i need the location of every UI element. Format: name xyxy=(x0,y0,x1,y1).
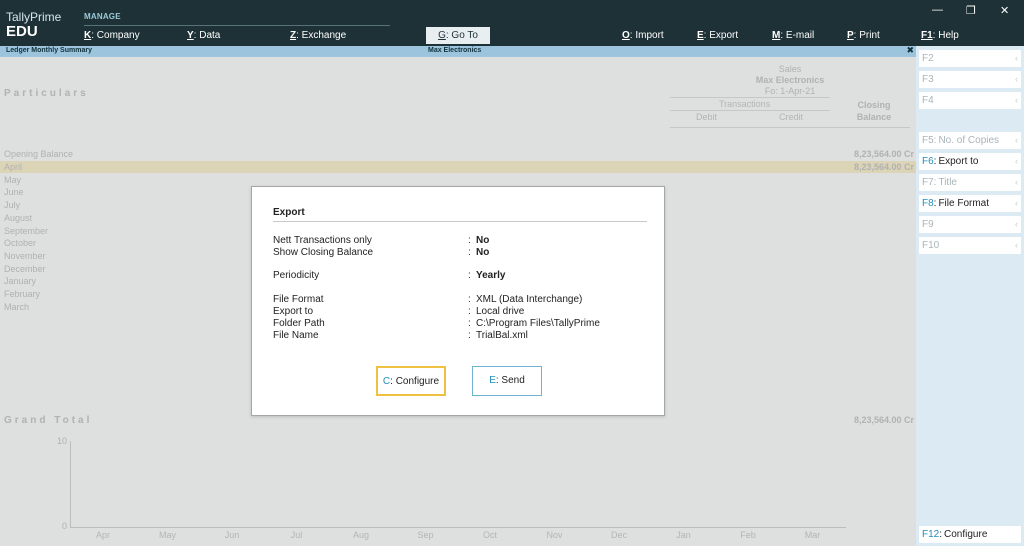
function-key-code: F10 xyxy=(922,240,940,251)
app-edition: EDU xyxy=(6,23,38,40)
menu-exchange[interactable]: Z: Exchange xyxy=(290,30,346,41)
export-option-row[interactable]: Nett Transactions only: No xyxy=(273,235,647,247)
function-key-f3[interactable]: F3 ‹ xyxy=(919,71,1021,88)
report-title-bar: Ledger Monthly Summary Max Electronics ✖ xyxy=(0,45,916,57)
option-colon: : xyxy=(468,270,471,281)
menu-export[interactable]: E: Export xyxy=(697,30,738,41)
option-value[interactable]: TrialBal.xml xyxy=(476,330,528,341)
option-label: Show Closing Balance xyxy=(273,247,374,258)
menu-company[interactable]: K: Company xyxy=(84,30,140,41)
close-window-icon[interactable]: ✕ xyxy=(1000,4,1009,17)
close-report-icon[interactable]: ✖ xyxy=(906,45,914,56)
function-key-f2[interactable]: F2 ‹ xyxy=(919,50,1021,67)
function-key-f7[interactable]: F7: Title ‹ xyxy=(919,174,1021,191)
menu-data[interactable]: Y: Data xyxy=(187,30,220,41)
export-option-row[interactable]: Periodicity: Yearly xyxy=(273,270,647,282)
export-option-row[interactable]: File Name: TrialBal.xml xyxy=(273,330,647,342)
tallyprime-window: TallyPrime EDU MANAGE K: Company Y: Data… xyxy=(0,0,1024,546)
function-key-f4[interactable]: F4 ‹ xyxy=(919,92,1021,109)
minimize-icon[interactable]: — xyxy=(932,4,943,16)
function-key-code: F12 xyxy=(922,529,940,540)
option-value[interactable]: No xyxy=(476,247,489,258)
function-key-code: F9 xyxy=(922,219,934,230)
send-button[interactable]: E: Send xyxy=(472,366,542,396)
option-label: File Name xyxy=(273,330,319,341)
function-key-separator: : xyxy=(933,156,937,167)
option-colon: : xyxy=(468,294,471,305)
restore-icon[interactable]: ❐ xyxy=(966,4,976,17)
function-key-label: File Format xyxy=(938,198,990,209)
function-key-f12[interactable]: F12: Configure xyxy=(919,526,1021,543)
option-label: Export to xyxy=(273,306,314,317)
export-option-row[interactable]: Export to: Local drive xyxy=(273,306,647,318)
manage-label: MANAGE xyxy=(84,12,121,21)
brand: TallyPrime EDU xyxy=(6,10,61,40)
function-key-label: No. of Copies xyxy=(938,135,1000,146)
option-colon: : xyxy=(468,330,471,341)
option-colon: : xyxy=(468,247,471,258)
option-colon: : xyxy=(468,318,471,329)
function-key-label: Configure xyxy=(944,529,988,540)
function-key-separator: : xyxy=(939,529,943,540)
option-colon: : xyxy=(468,306,471,317)
option-label: Folder Path xyxy=(273,318,325,329)
function-key-separator: : xyxy=(933,177,937,188)
export-option-row[interactable]: Folder Path: C:\Program Files\TallyPrime xyxy=(273,318,647,330)
option-value[interactable]: Local drive xyxy=(476,306,524,317)
function-key-code: F6 xyxy=(922,156,934,167)
function-key-f6[interactable]: F6: Export to ‹ xyxy=(919,153,1021,170)
menu-print[interactable]: P: Print xyxy=(847,30,880,41)
chevron-left-icon: ‹ xyxy=(1015,74,1018,84)
report-company: Max Electronics xyxy=(428,47,482,54)
function-key-code: F7 xyxy=(922,177,934,188)
app-name: TallyPrime xyxy=(6,10,62,24)
chevron-left-icon: ‹ xyxy=(1015,177,1018,187)
manage-divider xyxy=(84,25,390,26)
function-key-panel xyxy=(916,46,1024,546)
chevron-left-icon: ‹ xyxy=(1015,95,1018,105)
export-option-row[interactable]: Show Closing Balance: No xyxy=(273,247,647,259)
dialog-title: Export xyxy=(273,207,305,218)
option-value[interactable]: XML (Data Interchange) xyxy=(476,294,582,305)
report-title: Ledger Monthly Summary xyxy=(6,47,92,54)
chevron-left-icon: ‹ xyxy=(1015,53,1018,63)
menu-goto[interactable]: G: Go To xyxy=(426,27,490,44)
chevron-left-icon: ‹ xyxy=(1015,198,1018,208)
function-key-f5[interactable]: F5: No. of Copies ‹ xyxy=(919,132,1021,149)
menu-import[interactable]: O: Import xyxy=(622,30,664,41)
chevron-left-icon: ‹ xyxy=(1015,240,1018,250)
function-key-separator: : xyxy=(933,135,937,146)
export-option-row[interactable]: File Format: XML (Data Interchange) xyxy=(273,294,647,306)
menu-email[interactable]: M: E-mail xyxy=(772,30,814,41)
chevron-left-icon: ‹ xyxy=(1015,156,1018,166)
function-key-f8[interactable]: F8: File Format ‹ xyxy=(919,195,1021,212)
option-value[interactable]: No xyxy=(476,235,489,246)
export-dialog: Export Nett Transactions only: No Show Clo… xyxy=(251,186,665,416)
function-key-code: F5 xyxy=(922,135,934,146)
function-key-code: F3 xyxy=(922,74,934,85)
chevron-left-icon: ‹ xyxy=(1015,219,1018,229)
function-key-f9[interactable]: F9 ‹ xyxy=(919,216,1021,233)
function-key-code: F2 xyxy=(922,53,934,64)
function-key-f10[interactable]: F10 ‹ xyxy=(919,237,1021,254)
function-key-label: Title xyxy=(938,177,957,188)
option-value[interactable]: C:\Program Files\TallyPrime xyxy=(476,318,600,329)
menu-help[interactable]: F1: Help xyxy=(921,30,959,41)
chevron-left-icon: ‹ xyxy=(1015,135,1018,145)
function-key-code: F8 xyxy=(922,198,934,209)
function-key-separator: : xyxy=(933,198,937,209)
function-key-code: F4 xyxy=(922,95,934,106)
option-label: File Format xyxy=(273,294,324,305)
top-bar: TallyPrime EDU MANAGE K: Company Y: Data… xyxy=(0,0,1024,46)
option-label: Nett Transactions only xyxy=(273,235,372,246)
option-value[interactable]: Yearly xyxy=(476,270,505,281)
option-colon: : xyxy=(468,235,471,246)
configure-button[interactable]: C: Configure xyxy=(376,366,446,396)
function-key-label: Export to xyxy=(938,156,979,167)
option-label: Periodicity xyxy=(273,270,320,281)
dialog-title-rule xyxy=(273,221,647,222)
